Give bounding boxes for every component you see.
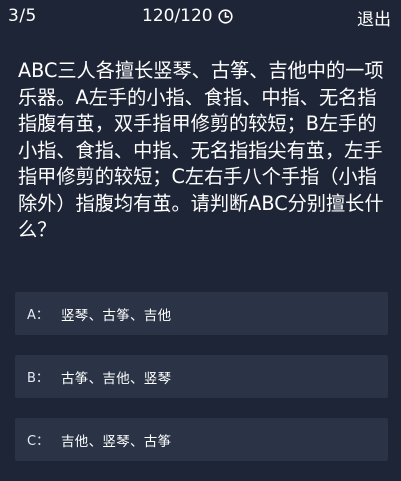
- option-c-letter: C：: [27, 434, 50, 449]
- question-progress: 3/5: [8, 6, 37, 26]
- option-b-text: 古筝、吉他、竖琴: [61, 370, 172, 387]
- answer-options: A： 竖琴、古筝、吉他 B： 古筝、吉他、竖琴 C： 吉他、竖琴、古筝: [15, 292, 388, 481]
- option-a-text: 竖琴、古筝、吉他: [61, 307, 172, 324]
- option-a-button[interactable]: A： 竖琴、古筝、吉他: [15, 292, 388, 335]
- top-bar: 3/5 120/120 退出: [0, 0, 401, 32]
- timer-value: 120/120: [142, 6, 213, 26]
- option-b-button[interactable]: B： 古筝、吉他、竖琴: [15, 355, 388, 398]
- option-b-letter: B：: [27, 371, 49, 386]
- exit-button[interactable]: 退出: [357, 5, 391, 30]
- option-a-letter: A：: [27, 308, 49, 323]
- option-c-text: 吉他、竖琴、古筝: [61, 433, 172, 450]
- countdown-timer: 120/120: [142, 6, 233, 26]
- clock-icon: [218, 8, 233, 24]
- option-c-button[interactable]: C： 吉他、竖琴、古筝: [15, 418, 388, 461]
- question-text: ABC三人各擅长竖琴、古筝、吉他中的一项乐器。A左手的小指、食指、中指、无名指指…: [18, 59, 384, 241]
